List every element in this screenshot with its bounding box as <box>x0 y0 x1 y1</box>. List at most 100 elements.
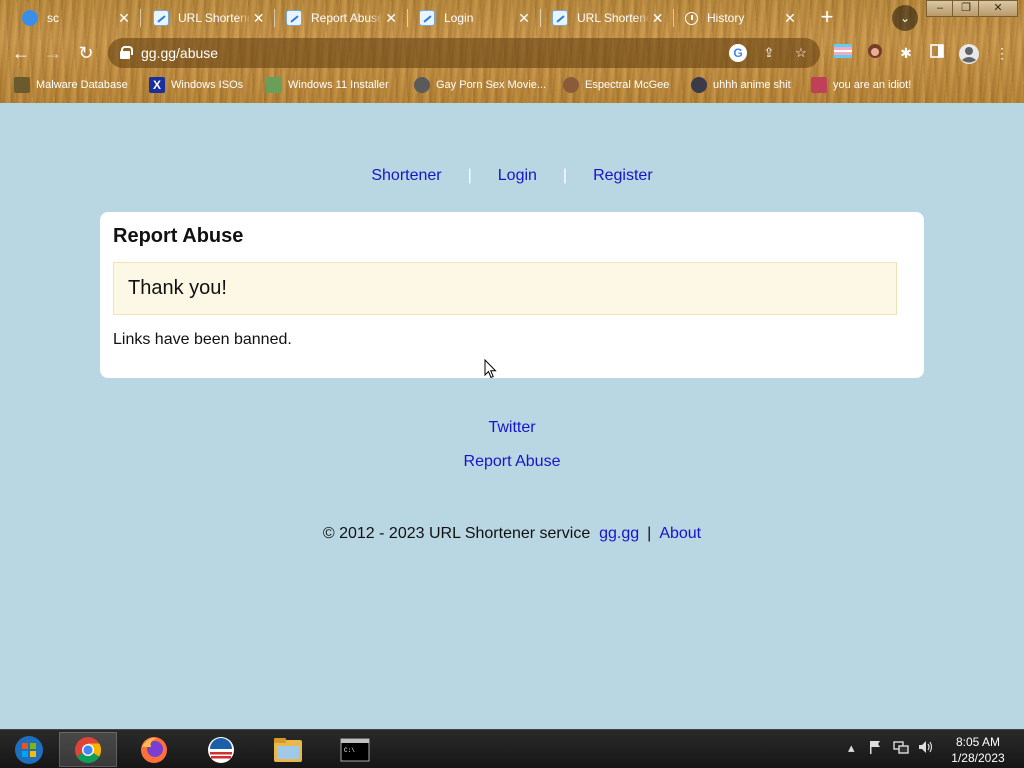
address-bar[interactable]: gg.gg/abuse G ⇪ ☆ <box>108 38 820 68</box>
close-window-button[interactable]: ✕ <box>978 0 1018 17</box>
clock-date: 1/28/2023 <box>951 751 1005 765</box>
start-button[interactable] <box>0 732 58 767</box>
taskbar-chrome-button[interactable] <box>59 732 117 767</box>
close-icon[interactable]: ✕ <box>782 10 798 27</box>
bookmark-label: you are an idiot! <box>833 79 912 91</box>
footer-links: Twitter Report Abuse <box>0 419 1024 487</box>
close-icon[interactable]: ✕ <box>516 10 532 27</box>
tab-title: URL Shortener <box>577 11 651 25</box>
profile-icon[interactable] <box>958 43 979 64</box>
success-alert: Thank you! <box>113 262 897 315</box>
taskbar-app-button[interactable] <box>192 732 250 767</box>
extension-flag-icon[interactable] <box>833 43 853 63</box>
tab-strip: sc ✕ URL Shortener ✕ Report Abuse ✕ Logi… <box>0 0 1024 35</box>
share-icon[interactable]: ⇪ <box>760 44 778 62</box>
firefox-icon <box>141 736 167 763</box>
network-icon[interactable] <box>893 740 909 757</box>
twitter-link[interactable]: Twitter <box>0 419 1024 453</box>
minimize-button[interactable]: – <box>926 0 954 17</box>
history-icon <box>685 11 698 25</box>
site-home-link[interactable]: gg.gg <box>599 525 639 542</box>
status-message: Links have been banned. <box>113 331 292 348</box>
tab-title: sc <box>47 11 59 25</box>
footer-separator: | <box>647 525 652 542</box>
extension-avatar-icon[interactable] <box>865 43 885 63</box>
bookmark-windows-isos[interactable]: X Windows ISOs <box>149 74 243 96</box>
bookmark-espectral-mcgee[interactable]: Espectral McGee <box>563 74 669 96</box>
about-link[interactable]: About <box>659 525 701 542</box>
tab-login[interactable]: Login ✕ <box>407 3 540 33</box>
close-icon[interactable]: ✕ <box>383 10 399 27</box>
report-abuse-card: Report Abuse Thank you! Links have been … <box>100 212 924 378</box>
show-hidden-icons[interactable]: ▴ <box>848 740 855 756</box>
extensions-puzzle-icon[interactable]: ✱ <box>896 43 916 63</box>
bookmark-label: Windows ISOs <box>171 79 244 91</box>
bookmarks-bar: Malware Database X Windows ISOs Windows … <box>0 71 1024 98</box>
nav-separator: | <box>562 167 568 184</box>
bookmark-star-icon[interactable]: ☆ <box>792 44 810 62</box>
bookmark-you-are-an-idiot[interactable]: you are an idiot! <box>811 74 911 96</box>
windows-taskbar: C:\ ▴ 8:05 AM 1/28/2023 <box>0 729 1024 768</box>
tab-sc[interactable]: sc ✕ <box>10 3 140 33</box>
bookmark-anime[interactable]: uhhh anime shit <box>691 74 791 96</box>
url-shortener-favicon-icon <box>286 10 302 26</box>
flag-icon <box>811 77 827 93</box>
close-icon[interactable]: ✕ <box>251 10 266 27</box>
folder-icon <box>274 737 302 762</box>
image-icon <box>266 77 282 93</box>
close-icon[interactable]: ✕ <box>650 10 665 27</box>
sc-favicon-icon <box>22 10 38 26</box>
copyright-text: © 2012 - 2023 URL Shortener service <box>322 525 591 542</box>
google-lens-icon[interactable]: G <box>729 44 747 62</box>
taskbar-file-explorer-button[interactable] <box>259 732 317 767</box>
bookmark-malware-database[interactable]: Malware Database <box>14 74 128 96</box>
bookmark-label: Espectral McGee <box>585 79 670 91</box>
tab-url-shortener[interactable]: URL Shortener ✕ <box>141 3 274 33</box>
tab-title: Login <box>444 11 474 25</box>
action-center-flag-icon[interactable] <box>868 740 882 757</box>
system-clock[interactable]: 8:05 AM 1/28/2023 <box>940 734 1016 766</box>
avatar-icon <box>563 77 579 93</box>
tab-url-shortener-2[interactable]: URL Shortener ✕ <box>540 3 673 33</box>
tab-title: Report Abuse <box>311 11 384 25</box>
restore-button[interactable]: ❐ <box>952 0 980 17</box>
url-shortener-favicon-icon <box>153 10 169 26</box>
tab-search-button[interactable]: ⌄ <box>892 5 918 31</box>
reload-button[interactable]: ↻ <box>73 40 99 66</box>
bookmark-label: Windows 11 Installer <box>288 79 389 91</box>
svg-text:C:\: C:\ <box>344 747 355 754</box>
taskbar-firefox-button[interactable] <box>125 732 183 767</box>
bookmark-label: uhhh anime shit <box>713 79 791 91</box>
bookmark-gay-porn-sex-movie[interactable]: Gay Porn Sex Movie... <box>414 74 546 96</box>
new-tab-button[interactable]: + <box>815 6 839 30</box>
nav-register-link[interactable]: Register <box>593 167 653 184</box>
x-logo-icon: X <box>149 77 165 93</box>
report-abuse-link[interactable]: Report Abuse <box>0 453 1024 487</box>
tab-report-abuse[interactable]: Report Abuse ✕ <box>274 3 407 33</box>
side-panel-icon[interactable] <box>927 43 947 63</box>
back-button[interactable]: ← <box>8 40 34 66</box>
windows-start-icon <box>15 735 43 764</box>
chrome-icon <box>75 736 102 763</box>
nav-login-link[interactable]: Login <box>498 167 537 184</box>
close-icon[interactable]: ✕ <box>116 10 132 27</box>
clock-time: 8:05 AM <box>955 735 1001 749</box>
nav-separator: | <box>467 167 472 184</box>
forward-button[interactable]: → <box>40 40 66 66</box>
tab-history[interactable]: History ✕ <box>673 3 806 33</box>
bookmark-windows-11-installer[interactable]: Windows 11 Installer <box>266 74 389 96</box>
lock-icon <box>120 46 133 59</box>
menu-icon[interactable]: ⋮ <box>992 43 1012 63</box>
taskbar-command-prompt-button[interactable]: C:\ <box>326 732 384 767</box>
copyright-line: © 2012 - 2023 URL Shortener service gg.g… <box>0 525 1024 543</box>
tab-title: History <box>707 11 745 25</box>
address-text[interactable]: gg.gg/abuse <box>141 45 218 61</box>
folder-icon <box>14 77 30 93</box>
browser-toolbar: ← → ↻ gg.gg/abuse G ⇪ ☆ ✱ ⋮ <box>0 35 1024 71</box>
url-shortener-favicon-icon <box>419 10 435 26</box>
bookmark-label: Gay Porn Sex Movie... <box>436 79 547 91</box>
nav-shortener-link[interactable]: Shortener <box>371 167 441 184</box>
volume-icon[interactable] <box>918 740 934 757</box>
command-prompt-icon: C:\ <box>340 738 370 761</box>
anime-avatar-icon <box>691 77 707 93</box>
